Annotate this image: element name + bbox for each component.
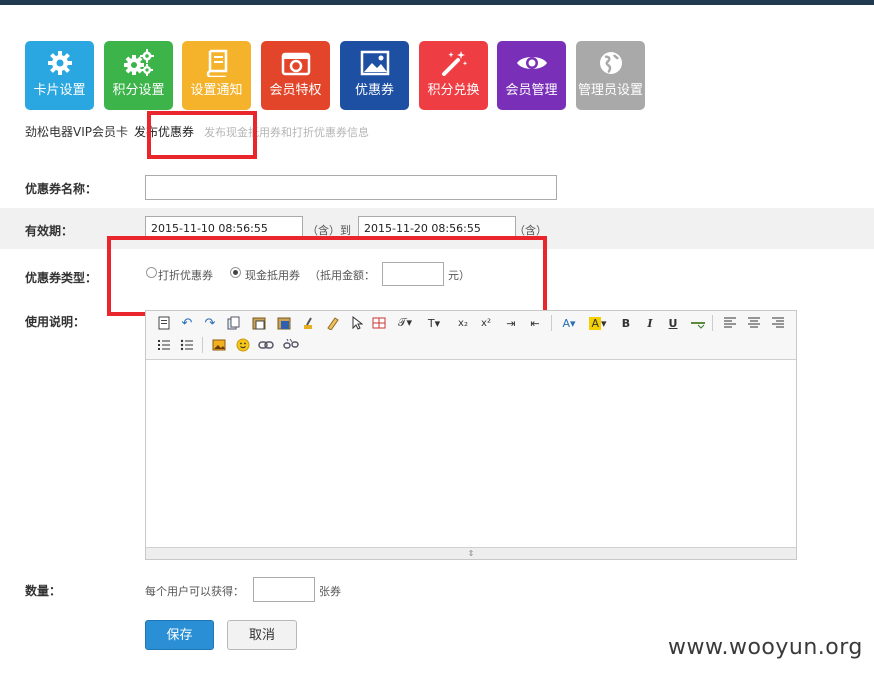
editor-toolbar: ↶ ↷ 𝒯▾ T▾ x₂ x² ⇥ ⇤ A ▾ A ▾ B I U: [146, 311, 796, 360]
link-icon[interactable]: [258, 337, 274, 353]
tile-admin-settings[interactable]: 管理员设置: [576, 41, 645, 110]
end-date-input[interactable]: [358, 216, 516, 240]
row-coupon-name: 优惠券名称：: [0, 168, 874, 206]
source-icon[interactable]: [156, 315, 172, 331]
eye-icon: [497, 49, 566, 77]
cancel-button[interactable]: 取消: [227, 620, 297, 650]
tile-label: 管理员设置: [577, 83, 643, 98]
indent-icon[interactable]: ⇥: [503, 315, 519, 331]
unlink-icon[interactable]: [283, 337, 299, 353]
toolbar-separator: [551, 315, 552, 331]
cash-coupon-radio[interactable]: [230, 267, 241, 278]
coupon-type-label: 优惠券类型：: [25, 271, 98, 285]
table-icon[interactable]: [371, 315, 387, 331]
paste-word-icon[interactable]: [276, 315, 292, 331]
cash-coupon-label[interactable]: 现金抵用券: [245, 267, 300, 283]
horizontal-rule-icon[interactable]: [690, 315, 706, 331]
row-validity: 有效期： （含）到 （含）: [0, 208, 874, 249]
coupon-name-label: 优惠券名称：: [25, 182, 98, 196]
align-left-icon[interactable]: [722, 315, 738, 331]
font-size-icon[interactable]: T▾: [424, 315, 444, 331]
font-family-icon[interactable]: 𝒯▾: [395, 315, 415, 331]
tile-notification-settings[interactable]: 设置通知: [182, 41, 251, 110]
breadcrumb-description: 发布现金抵用券和打折优惠券信息: [204, 126, 370, 139]
save-button[interactable]: 保存: [145, 620, 214, 650]
superscript-icon[interactable]: x²: [478, 315, 494, 331]
format-brush-icon[interactable]: [301, 315, 317, 331]
editor-resize-handle[interactable]: ⇕: [146, 547, 796, 559]
amount-suffix: 元）: [448, 269, 470, 282]
ordered-list-icon[interactable]: [156, 337, 172, 353]
validity-label: 有效期：: [25, 224, 74, 238]
subscript-icon[interactable]: x₂: [455, 315, 471, 331]
breadcrumb: 劲松电器VIP会员卡 发布优惠券 发布现金抵用券和打折优惠券信息: [25, 123, 369, 140]
row-coupon-type: 优惠券类型： 打折优惠券 现金抵用券 （抵用金额： 元）: [0, 252, 874, 302]
paste-icon[interactable]: [251, 315, 267, 331]
magic-wand-icon: [419, 49, 488, 77]
bold-icon[interactable]: B: [618, 315, 634, 331]
italic-icon[interactable]: I: [642, 315, 658, 331]
tile-label: 会员管理: [505, 83, 558, 98]
tile-label: 卡片设置: [33, 83, 86, 98]
camera-icon: [261, 49, 330, 77]
description-label: 使用说明：: [25, 315, 86, 329]
tile-coupons[interactable]: 优惠券: [340, 41, 409, 110]
breadcrumb-store[interactable]: 劲松电器VIP会员卡: [25, 125, 128, 139]
rich-text-editor: ↶ ↷ 𝒯▾ T▾ x₂ x² ⇥ ⇤ A ▾ A ▾ B I U ⇕: [145, 310, 797, 560]
toolbar-separator: [202, 337, 203, 353]
tile-label: 积分兑换: [427, 83, 480, 98]
tile-card-settings[interactable]: 卡片设置: [25, 41, 94, 110]
editor-content-area[interactable]: [146, 359, 796, 548]
quantity-input[interactable]: [253, 577, 315, 602]
unordered-list-icon[interactable]: [179, 337, 195, 353]
toolbar-separator: [712, 315, 713, 331]
tile-label: 优惠券: [354, 83, 394, 98]
amount-prefix: （抵用金额：: [309, 269, 375, 282]
amount-input[interactable]: [382, 262, 444, 286]
start-date-input[interactable]: [145, 216, 303, 240]
tile-points-exchange[interactable]: 积分兑换: [419, 41, 488, 110]
outdent-icon[interactable]: ⇤: [527, 315, 543, 331]
tile-label: 会员特权: [269, 83, 322, 98]
underline-icon[interactable]: U: [665, 315, 681, 331]
discount-coupon-radio[interactable]: [146, 267, 157, 278]
tile-points-settings[interactable]: 积分设置: [104, 41, 173, 110]
picture-icon: [340, 49, 409, 77]
breadcrumb-active: 发布优惠券: [134, 125, 195, 139]
quantity-suffix: 张券: [319, 585, 341, 598]
include-to-text: （含）到: [307, 224, 351, 237]
include-text: （含）: [514, 224, 547, 237]
clear-format-icon[interactable]: [324, 315, 340, 331]
gears-icon: [104, 49, 173, 77]
select-icon[interactable]: [349, 315, 365, 331]
gear-icon: [25, 49, 94, 77]
tile-member-management[interactable]: 会员管理: [497, 41, 566, 110]
quantity-label: 数量：: [25, 584, 62, 598]
copy-icon[interactable]: [226, 315, 242, 331]
emoticon-icon[interactable]: [235, 337, 251, 353]
font-color-icon[interactable]: A ▾: [558, 315, 580, 331]
tile-label: 设置通知: [190, 83, 243, 98]
image-icon[interactable]: [211, 337, 227, 353]
discount-coupon-label[interactable]: 打折优惠券: [158, 267, 213, 283]
font-color-glyph: A: [562, 316, 570, 330]
tile-label: 积分设置: [112, 83, 165, 98]
align-right-icon[interactable]: [770, 315, 786, 331]
tile-member-privileges[interactable]: 会员特权: [261, 41, 330, 110]
book-icon: [182, 49, 251, 77]
watermark: www.wooyun.org: [668, 635, 863, 660]
coupon-name-input[interactable]: [145, 175, 557, 200]
redo-icon[interactable]: ↷: [202, 315, 218, 331]
highlight-icon[interactable]: A ▾: [587, 315, 609, 331]
align-center-icon[interactable]: [746, 315, 762, 331]
top-bar: [0, 0, 874, 5]
quantity-prefix: 每个用户可以获得：: [145, 585, 244, 598]
globe-icon: [576, 49, 645, 77]
undo-icon[interactable]: ↶: [179, 315, 195, 331]
